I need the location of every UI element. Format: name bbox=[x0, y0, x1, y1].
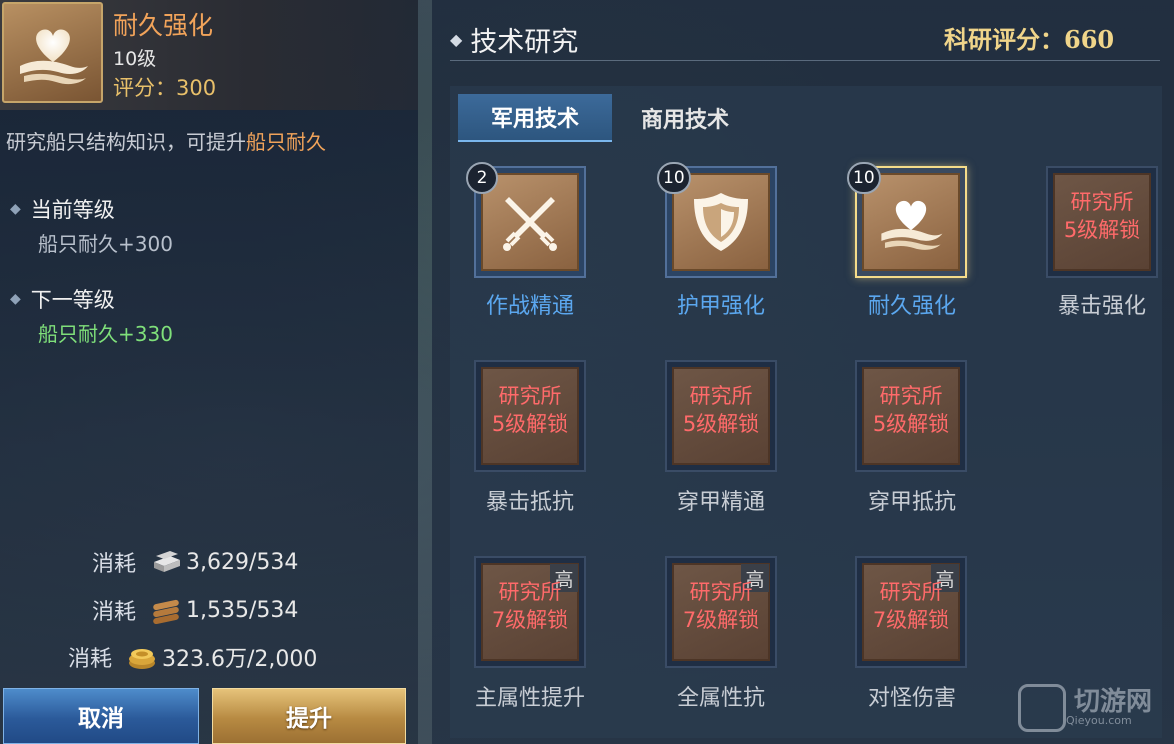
shield-icon bbox=[694, 193, 748, 251]
lock-line-2: 5级解锁 bbox=[682, 412, 760, 436]
node-art bbox=[481, 173, 579, 271]
node-label: 作战精通 bbox=[485, 294, 574, 319]
lock-line-1: 研究所 bbox=[1070, 190, 1134, 214]
silver-ingot-icon bbox=[154, 551, 181, 572]
lock-line-2: 5级解锁 bbox=[1063, 218, 1141, 242]
tech-node-main-attr[interactable]: 高 研究所 7级解锁 bbox=[474, 556, 586, 668]
tech-node-crit-resist[interactable]: 研究所 5级解锁 bbox=[474, 360, 586, 472]
lock-line-2: 7级解锁 bbox=[682, 608, 760, 632]
lock-line-1: 研究所 bbox=[689, 580, 753, 604]
lock-line-2: 5级解锁 bbox=[872, 412, 950, 436]
lock-line-1: 研究所 bbox=[498, 384, 562, 408]
wood-log-icon bbox=[153, 599, 179, 624]
tab-commercial[interactable]: 商用技术 bbox=[612, 94, 758, 142]
title-divider bbox=[450, 60, 1160, 61]
diamond-icon: ◆ bbox=[10, 291, 21, 307]
node-label: 耐久强化 bbox=[867, 294, 956, 319]
cost-value: 3,629/534 bbox=[186, 549, 299, 575]
lock-line-1: 研究所 bbox=[879, 580, 943, 604]
tech-node-all-resist[interactable]: 高 研究所 7级解锁 bbox=[665, 556, 777, 668]
diamond-icon: ◆ bbox=[450, 30, 463, 49]
cost-value: 323.6万/2,000 bbox=[162, 647, 318, 672]
level-badge: 10 bbox=[847, 162, 881, 194]
cost-row-wood: 消耗 1,535/534 bbox=[92, 594, 298, 626]
gold-coin-icon bbox=[129, 649, 156, 669]
tech-node-crit-boost[interactable]: 研究所 5级解锁 bbox=[1046, 166, 1158, 278]
lock-requirement: 研究所 5级解锁 bbox=[474, 382, 586, 438]
node-label: 主属性提升 bbox=[474, 686, 585, 711]
level-badge: 2 bbox=[466, 162, 498, 194]
lock-line-1: 研究所 bbox=[689, 384, 753, 408]
lock-line-1: 研究所 bbox=[498, 580, 562, 604]
lock-requirement: 研究所 5级解锁 bbox=[665, 382, 777, 438]
desc-highlight: 船只耐久 bbox=[246, 130, 326, 154]
lock-requirement: 研究所 7级解锁 bbox=[665, 578, 777, 634]
tech-node-durability-boost[interactable]: 10 bbox=[847, 162, 967, 278]
lock-requirement: 研究所 7级解锁 bbox=[855, 578, 967, 634]
tech-node-pierce-mastery[interactable]: 研究所 5级解锁 bbox=[665, 360, 777, 472]
research-title: ◆ 技术研究 bbox=[450, 20, 578, 59]
diamond-icon: ◆ bbox=[10, 201, 21, 217]
node-label: 暴击强化 bbox=[1057, 294, 1146, 319]
heart-icon bbox=[881, 200, 943, 250]
current-level-heading: ◆ 当前等级 bbox=[10, 194, 115, 224]
node-label: 穿甲精通 bbox=[676, 490, 765, 515]
tech-node-monster-damage[interactable]: 高 研究所 7级解锁 bbox=[855, 556, 967, 668]
skill-detail-panel: 耐久强化 10级 评分：300 研究船只结构知识，可提升船只耐久 ◆ 当前等级 … bbox=[0, 0, 418, 744]
skill-score: 评分：300 bbox=[113, 76, 217, 100]
skill-title: 耐久强化 bbox=[113, 11, 214, 40]
next-level-value: 船只耐久+330 bbox=[38, 322, 173, 346]
watermark-logo-icon bbox=[1018, 684, 1066, 732]
node-label: 暴击抵抗 bbox=[485, 490, 574, 515]
site-watermark: 切游网 Qieyou.com bbox=[1018, 684, 1152, 732]
desc-text: 研究船只结构知识，可提升 bbox=[6, 130, 246, 154]
cost-label: 消耗 bbox=[68, 647, 113, 672]
next-level-label: 下一等级 bbox=[30, 288, 115, 312]
lock-requirement: 研究所 7级解锁 bbox=[474, 578, 586, 634]
skill-icon bbox=[2, 2, 103, 103]
crossed-swords-icon bbox=[503, 197, 557, 251]
current-level-label: 当前等级 bbox=[30, 198, 115, 222]
tab-military[interactable]: 军用技术 bbox=[458, 94, 612, 142]
lock-line-2: 5级解锁 bbox=[491, 412, 569, 436]
tech-node-pierce-resist[interactable]: 研究所 5级解锁 bbox=[855, 360, 967, 472]
research-score: 科研评分：660 bbox=[944, 25, 1115, 54]
lock-requirement: 研究所 5级解锁 bbox=[1046, 188, 1158, 244]
skill-header: 耐久强化 10级 评分：300 bbox=[0, 0, 418, 110]
cost-label: 消耗 bbox=[92, 552, 137, 577]
upgrade-button[interactable]: 提升 bbox=[212, 688, 406, 744]
node-label: 全属性抗 bbox=[676, 686, 765, 711]
node-label: 穿甲抵抗 bbox=[867, 490, 956, 515]
cost-label: 消耗 bbox=[92, 600, 137, 625]
cancel-button[interactable]: 取消 bbox=[3, 688, 199, 744]
lock-line-2: 7级解锁 bbox=[491, 608, 569, 632]
node-label: 护甲强化 bbox=[676, 294, 765, 319]
lock-requirement: 研究所 5级解锁 bbox=[855, 382, 967, 438]
heart-icon bbox=[19, 28, 88, 84]
next-level-heading: ◆ 下一等级 bbox=[10, 284, 115, 314]
skill-level: 10级 bbox=[113, 48, 157, 70]
level-badge: 10 bbox=[657, 162, 691, 194]
tech-node-armor-boost[interactable]: 10 bbox=[657, 162, 777, 278]
skill-description: 研究船只结构知识，可提升船只耐久 bbox=[6, 130, 406, 155]
current-level-value: 船只耐久+300 bbox=[38, 232, 173, 256]
tech-node-combat-mastery[interactable]: 2 bbox=[466, 162, 586, 278]
lock-line-1: 研究所 bbox=[879, 384, 943, 408]
lock-line-2: 7级解锁 bbox=[872, 608, 950, 632]
cost-value: 1,535/534 bbox=[186, 597, 299, 623]
watermark-text: 切游网 bbox=[1074, 686, 1153, 717]
node-label: 对怪伤害 bbox=[867, 686, 956, 711]
cost-row-gold: 消耗 323.6万/2,000 bbox=[68, 641, 317, 673]
cost-row-silver: 消耗 3,629/534 bbox=[92, 546, 298, 578]
research-title-text: 技术研究 bbox=[470, 27, 579, 58]
